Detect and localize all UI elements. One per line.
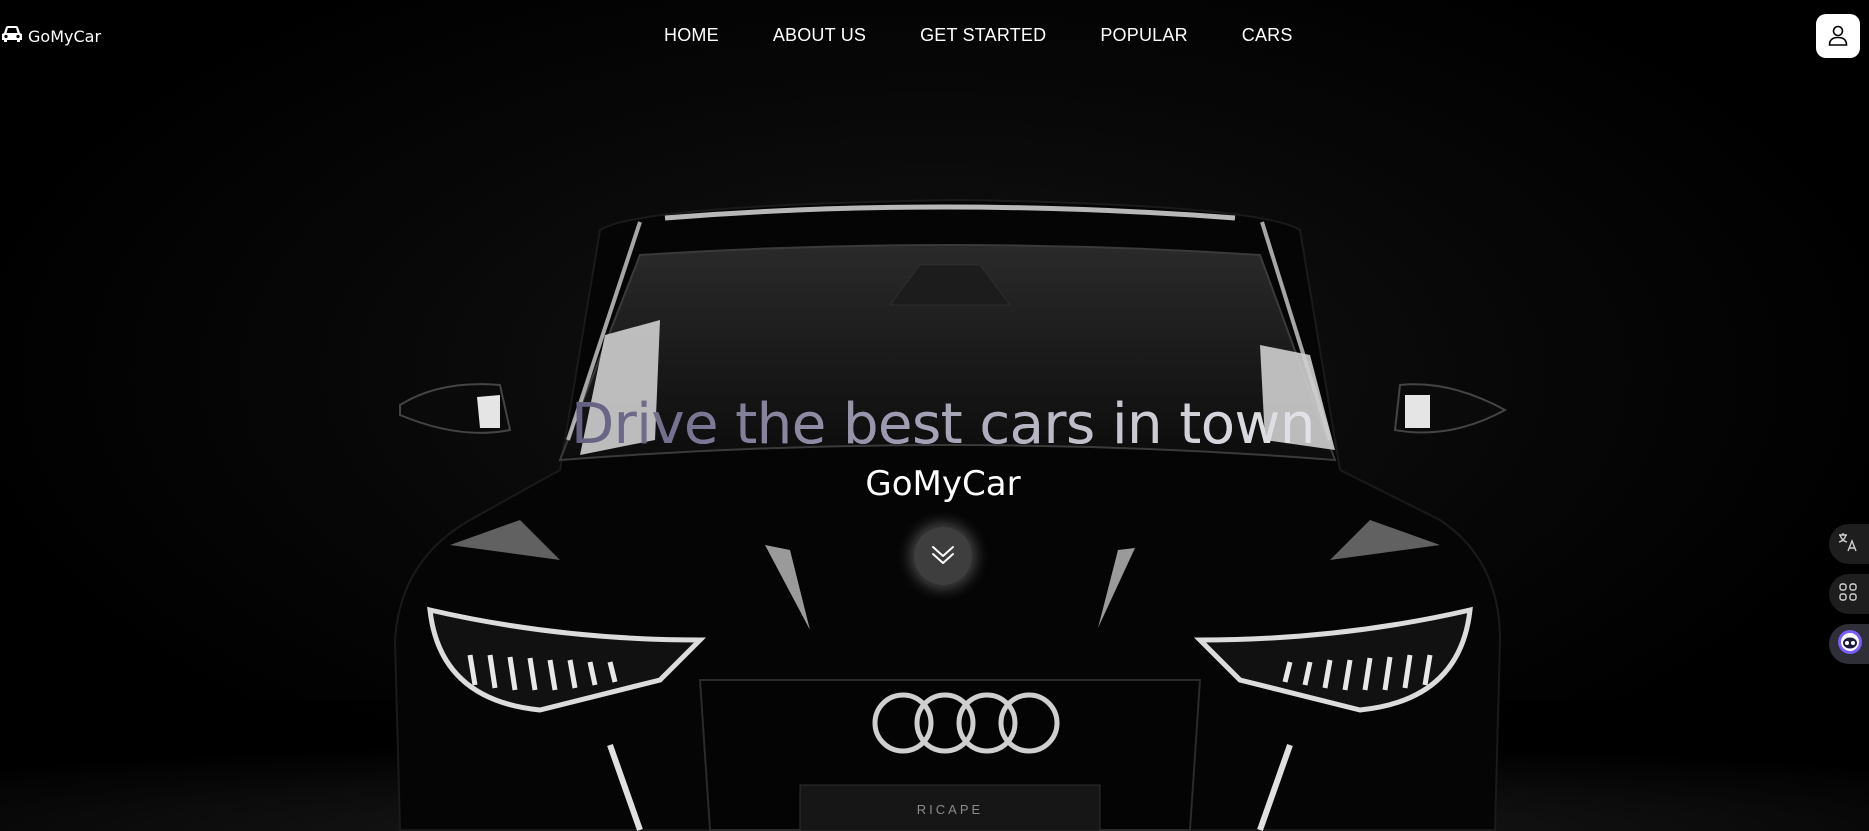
- scroll-down-button[interactable]: [914, 527, 972, 585]
- ai-assistant-button[interactable]: [1829, 624, 1869, 664]
- user-icon: [1827, 24, 1849, 49]
- nav-cars[interactable]: CARS: [1242, 25, 1293, 46]
- nav-get-started[interactable]: GET STARTED: [920, 25, 1046, 46]
- apps-button[interactable]: [1829, 574, 1869, 614]
- brand-logo[interactable]: GoMyCar: [0, 24, 101, 48]
- hero-headline-text: Drive the best cars in town: [571, 392, 1315, 457]
- top-navbar: GoMyCar HOME ABOUT US GET STARTED POPULA…: [0, 0, 1869, 72]
- main-menu: HOME ABOUT US GET STARTED POPULAR CARS: [664, 25, 1293, 46]
- account-button[interactable]: [1816, 14, 1860, 58]
- double-chevron-down-icon: [930, 543, 956, 570]
- nav-about-us[interactable]: ABOUT US: [773, 25, 866, 46]
- hero-headline: Drive the best cars in town: [0, 392, 1869, 457]
- car-icon: [0, 24, 24, 48]
- license-plate-text: RICAPE: [916, 802, 984, 817]
- nav-home[interactable]: HOME: [664, 25, 719, 46]
- translate-icon: [1837, 531, 1859, 557]
- brand-name: GoMyCar: [28, 26, 102, 46]
- floating-toolbar: [1829, 524, 1869, 674]
- hero-subtitle: GoMyCar: [865, 464, 1021, 504]
- nav-popular[interactable]: POPULAR: [1100, 25, 1187, 46]
- translate-button[interactable]: [1829, 524, 1869, 564]
- ai-assistant-icon: [1837, 629, 1863, 659]
- apps-grid-icon: [1837, 581, 1859, 607]
